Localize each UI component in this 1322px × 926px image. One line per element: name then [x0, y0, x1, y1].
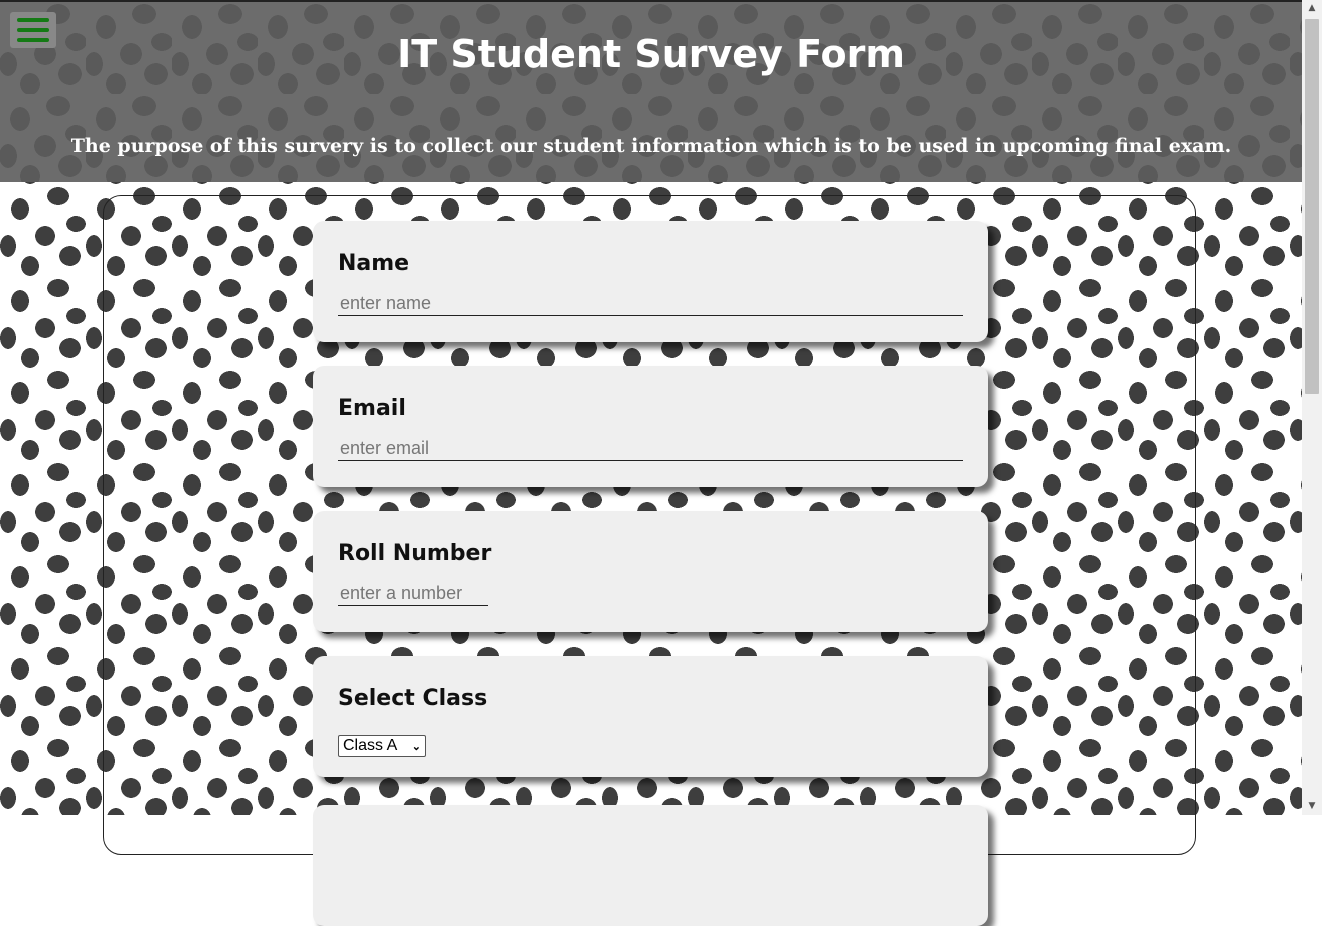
chevron-down-icon: ⌄ — [411, 740, 421, 753]
page-title: IT Student Survey Form — [397, 32, 905, 76]
email-label: Email — [338, 396, 406, 421]
select-class-card: Select Class Class A ⌄ — [313, 656, 988, 777]
scroll-up-arrow-icon[interactable]: ▲ — [1302, 0, 1322, 17]
vertical-scrollbar[interactable]: ▲ ▼ — [1302, 0, 1322, 815]
scroll-down-arrow-icon[interactable]: ▼ — [1302, 798, 1322, 815]
email-card: Email — [313, 366, 988, 487]
name-label: Name — [338, 251, 410, 276]
name-input[interactable] — [338, 291, 963, 316]
next-card — [313, 805, 988, 926]
roll-number-label: Roll Number — [338, 541, 492, 566]
email-input[interactable] — [338, 436, 963, 461]
menu-bar — [17, 18, 49, 22]
class-select-value: Class A — [343, 737, 398, 754]
roll-number-input[interactable] — [338, 581, 488, 606]
roll-number-card: Roll Number — [313, 511, 988, 632]
survey-description: The purpose of this survery is to collec… — [70, 135, 1232, 157]
select-class-label: Select Class — [338, 686, 488, 711]
class-select[interactable]: Class A ⌄ — [338, 735, 426, 757]
name-card: Name — [313, 221, 988, 342]
page-header: IT Student Survey Form The purpose of th… — [0, 0, 1302, 182]
scrollbar-thumb[interactable] — [1305, 19, 1319, 394]
